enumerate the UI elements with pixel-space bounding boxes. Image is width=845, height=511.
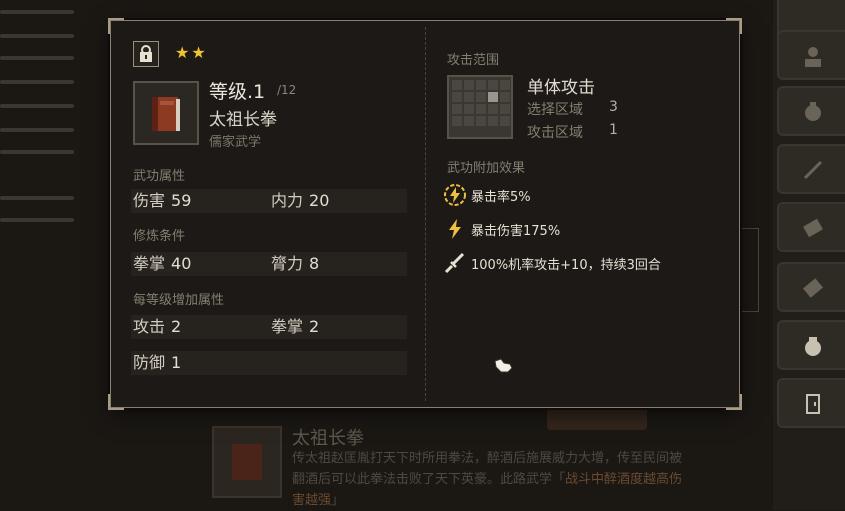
stat-inner-power: 内力 20	[271, 191, 330, 210]
stats-title: 武功属性	[133, 169, 186, 184]
attack-area: 攻击区域 1	[527, 122, 618, 141]
pouch-icon	[805, 337, 821, 356]
skill-school: 儒家武学	[209, 135, 262, 150]
skill-name: 太祖长拳	[209, 110, 277, 130]
effects-title: 武功附加效果	[447, 161, 526, 176]
tab-book[interactable]	[777, 202, 845, 252]
skill-tooltip-panel: ★★ 等级.1 /12 太祖长拳 儒家武学 武功属性 伤害 59 内力 20 修炼条…	[108, 18, 742, 410]
lock-icon	[140, 45, 152, 62]
growth-defense: 防御 1	[133, 353, 182, 372]
skill-level: 等级.1	[209, 81, 266, 103]
growth-row: 攻击 2 拳掌 2	[131, 315, 407, 339]
background-skill-name: 太祖长拳	[292, 428, 364, 449]
rarity-stars: ★★	[175, 43, 208, 62]
tab-character[interactable]	[777, 30, 845, 80]
background-skill-icon	[212, 426, 282, 498]
req-strength: 膂力 8	[271, 254, 320, 273]
tab-pouch[interactable]	[777, 320, 845, 370]
range-title: 攻击范围	[447, 53, 500, 68]
requirements-row: 拳掌 40 膂力 8	[131, 252, 407, 276]
skill-level-max: /12	[277, 83, 297, 97]
door-icon	[806, 394, 820, 414]
stats-row: 伤害 59 内力 20	[131, 189, 407, 213]
background-list-lines	[0, 0, 110, 300]
character-icon	[805, 47, 821, 67]
scroll-tab-icon	[803, 278, 823, 298]
attack-range-grid	[447, 75, 513, 139]
bag-icon	[805, 102, 821, 121]
req-fist: 拳掌 40	[133, 254, 192, 273]
lightning-circle-icon	[444, 184, 466, 206]
tab-scroll[interactable]	[777, 262, 845, 312]
corner-ornament	[108, 18, 124, 34]
background-panel-edge	[740, 228, 759, 312]
skill-book-icon	[133, 81, 199, 145]
column-divider	[425, 27, 426, 401]
growth-row: 防御 1	[131, 351, 407, 375]
corner-ornament	[108, 394, 124, 410]
lightning-icon	[449, 219, 461, 239]
growth-fist: 拳掌 2	[271, 317, 320, 336]
stat-damage: 伤害 59	[133, 191, 192, 210]
lock-toggle[interactable]	[133, 41, 159, 67]
book-tab-icon	[803, 218, 823, 238]
sword-icon	[444, 252, 465, 274]
book-icon	[152, 97, 180, 131]
growth-attack: 攻击 2	[133, 317, 182, 336]
sword-tab-icon	[803, 160, 823, 180]
tab-door[interactable]	[777, 378, 845, 428]
corner-ornament	[726, 18, 742, 34]
corner-ornament	[726, 394, 742, 410]
growth-title: 每等级增加属性	[133, 293, 225, 308]
attack-type: 单体攻击	[527, 78, 595, 98]
tab-inventory[interactable]	[777, 86, 845, 136]
requirements-title: 修炼条件	[133, 229, 186, 244]
select-area: 选择区域 3	[527, 99, 618, 118]
tab-weapon[interactable]	[777, 144, 845, 194]
background-skill-description: 传太祖赵匡胤打天下时所用拳法，醉酒后施展威力大增，传至民间被 翻酒后可以此拳法击…	[292, 451, 683, 508]
hand-cursor-icon	[494, 358, 513, 373]
